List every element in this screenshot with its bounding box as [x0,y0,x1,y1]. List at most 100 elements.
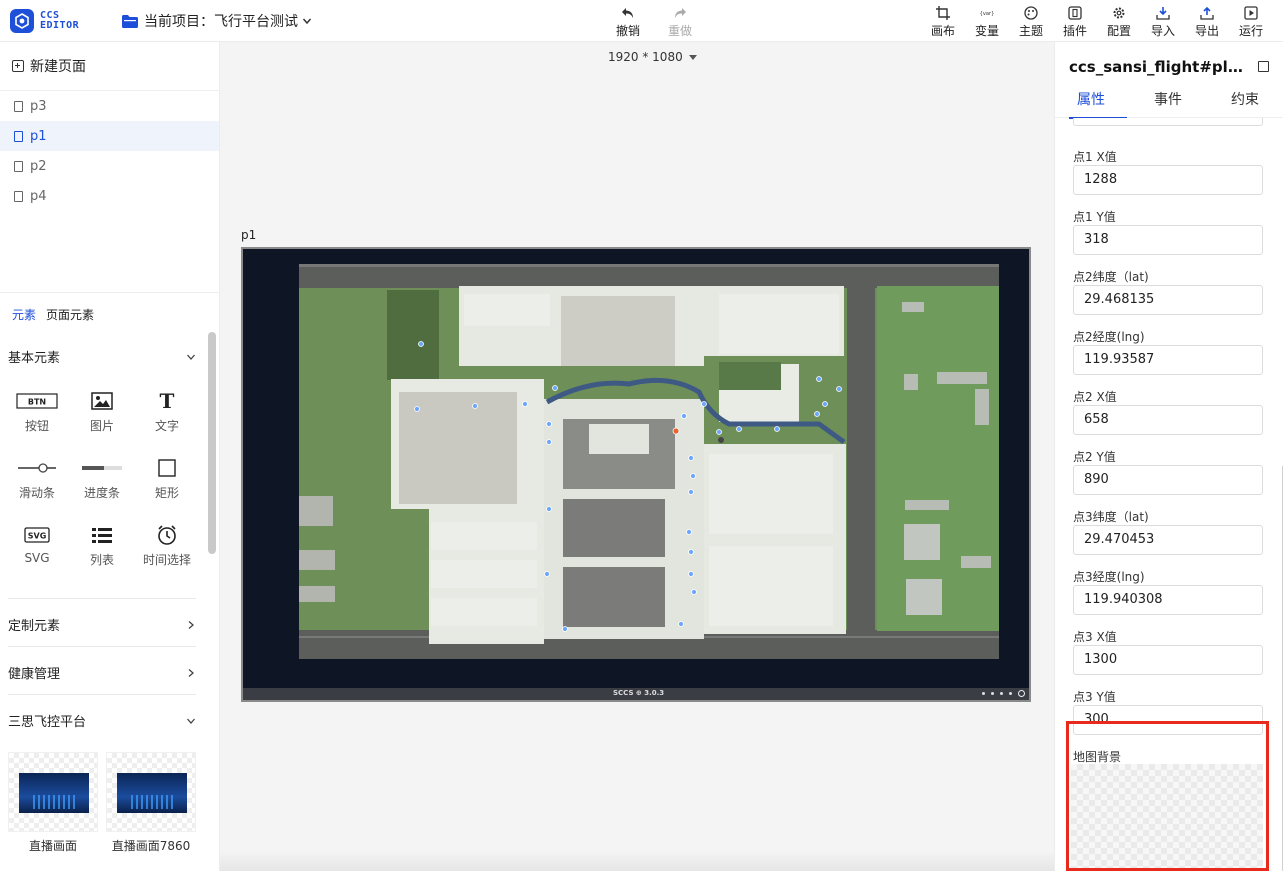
prop-input[interactable]: 658 [1073,405,1263,435]
svg-text:BTN: BTN [28,398,46,407]
chevron-down-icon [187,354,195,360]
section-custom-elements[interactable]: 定制元素 [8,615,196,634]
prop-label: 点1 X值 [1073,150,1117,164]
toolbar-export-button[interactable]: 导出 [1185,6,1229,39]
toolbar-label: 主题 [1018,24,1043,38]
element-rect[interactable]: 矩形 [137,456,197,501]
progress-icon [82,456,122,480]
page-name: p4 [30,188,47,204]
undo-button[interactable]: 撤销 [612,6,644,39]
text-icon: T [158,389,176,413]
var-icon: {var} [980,6,994,20]
plugin-icon [1068,6,1082,20]
element-label: 矩形 [154,486,179,500]
prop-input-partial[interactable] [1073,118,1263,126]
element-text[interactable]: T 文字 [137,389,197,434]
top-toolbar: CCS EDITOR 当前项目：飞行平台测试 撤销 重做 画布 {var} 变量 主题… [0,0,1283,42]
toolbar-plugin-button[interactable]: 插件 [1053,6,1097,39]
frame-footer: SCCS ⊕ 3.0.3 [243,688,1029,700]
element-progress[interactable]: 进度条 [72,456,132,501]
aerial-map-illustration [299,264,999,659]
new-page-button[interactable]: 新建页面 [12,56,86,76]
component-title: ccs_sansi_flight#plugin-... [1069,58,1251,76]
prop-input[interactable]: 890 [1073,465,1263,495]
prop-input[interactable]: 300 [1073,705,1263,735]
toolbar-label: 配置 [1106,24,1131,38]
left-panel: 新建页面 p3 p1 p2 p4 元素 页面元素 基本元素 BTN 按钮 图片 T 文字滑动条… [0,42,220,871]
logo-mark-icon [10,9,34,33]
section-basic-elements[interactable]: 基本元素 [8,347,196,366]
map-bg-label: 地图背景 [1073,750,1122,764]
page-frame[interactable]: SCCS ⊕ 3.0.3 [241,247,1031,702]
toolbar-play-button[interactable]: 运行 [1229,6,1273,39]
prop-label: 点3纬度（lat) [1073,510,1149,524]
page-item-p3[interactable]: p3 [0,91,219,121]
tab-events[interactable]: 事件 [1154,89,1182,109]
resolution-value: 1920 * 1080 [608,50,683,64]
toolbar-import-button[interactable]: 导入 [1141,6,1185,39]
undo-icon [621,6,635,20]
prop-input[interactable]: 1300 [1073,645,1263,675]
section-flight-platform[interactable]: 三思飞控平台 [8,711,196,730]
toolbar-canvas-crop-button[interactable]: 画布 [921,6,965,39]
play-icon [1244,6,1258,20]
element-label: 图片 [89,419,114,433]
list-icon [91,523,113,547]
button-icon: BTN [16,389,58,413]
svg-text:T: T [160,391,175,411]
left-scrollbar[interactable] [208,332,216,554]
undo-label: 撤销 [615,24,640,38]
prop-input[interactable]: 1288 [1073,165,1263,195]
svg-text:{var}: {var} [980,11,994,17]
thumb-live-view[interactable] [8,752,98,832]
prop-input[interactable]: 318 [1073,225,1263,255]
section-title: 基本元素 [8,351,61,366]
section-health[interactable]: 健康管理 [8,663,196,682]
toolbar-label: 画布 [930,24,955,38]
page-name: p2 [30,158,47,174]
element-list[interactable]: 列表 [72,523,132,568]
element-label: 文字 [154,419,179,433]
divider [8,598,196,599]
map-bg-upload[interactable] [1071,764,1263,868]
element-clock[interactable]: 时间选择 [137,523,197,568]
power-icon[interactable] [1018,690,1025,697]
prop-label: 点2 X值 [1073,390,1117,404]
tab-elements[interactable]: 元素 [12,306,36,323]
element-slider[interactable]: 滑动条 [7,456,67,501]
project-name: 当前项目：飞行平台测试 [144,14,298,30]
prop-input[interactable]: 119.940308 [1073,585,1263,615]
tab-constraints[interactable]: 约束 [1231,89,1259,109]
prop-input[interactable]: 29.468135 [1073,285,1263,315]
app-logo: CCS EDITOR [10,9,79,33]
tab-page-elements[interactable]: 页面元素 [46,306,94,323]
edit-icon[interactable] [1258,61,1269,72]
thumb-live-view-7860[interactable] [106,752,196,832]
element-button[interactable]: BTN 按钮 [7,389,67,434]
toolbar-label: 插件 [1062,24,1087,38]
toolbar-gear-button[interactable]: 配置 [1097,6,1141,39]
properties-panel: ccs_sansi_flight#plugin-... 属性 事件 约束 地图背… [1054,42,1283,871]
toolbar-var-button[interactable]: {var} 变量 [965,6,1009,39]
page-item-p1[interactable]: p1 [0,121,219,151]
thumb-label: 直播画面7860 [111,839,191,853]
toolbar-palette-button[interactable]: 主题 [1009,6,1053,39]
page-item-p2[interactable]: p2 [0,151,219,181]
project-selector[interactable]: 当前项目：飞行平台测试 [122,11,312,31]
prop-input[interactable]: 119.93587 [1073,345,1263,375]
page-item-p4[interactable]: p4 [0,181,219,211]
resolution-selector[interactable]: 1920 * 1080 [608,50,697,64]
element-svg[interactable]: SVG SVG [7,523,67,565]
tab-properties[interactable]: 属性 [1077,89,1105,109]
prop-input[interactable]: 29.470453 [1073,525,1263,555]
map-image[interactable] [299,264,999,659]
element-image[interactable]: 图片 [72,389,132,434]
chevron-right-icon [188,668,194,677]
divider [8,694,196,695]
prop-label: 点3经度(lng) [1073,570,1145,584]
prop-label: 点2 Y值 [1073,450,1116,464]
redo-button[interactable]: 重做 [664,6,696,39]
element-label: 滑动条 [18,486,55,500]
prop-label: 点2纬度（lat) [1073,270,1149,284]
redo-label: 重做 [667,24,692,38]
